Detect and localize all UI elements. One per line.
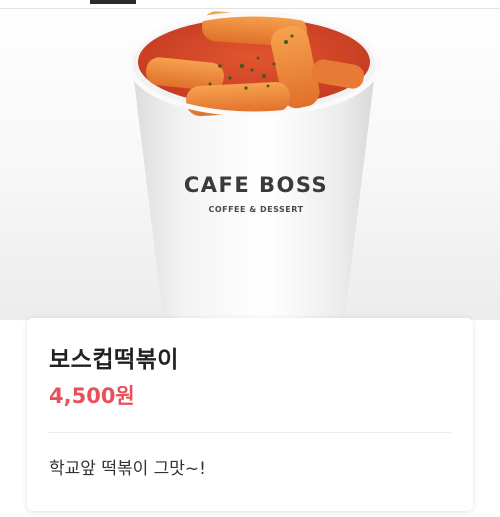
cup-brand-text: CAFE BOSS xyxy=(184,173,328,197)
image-indicator xyxy=(90,0,136,4)
cup-brand-subtext: COFFEE & DESSERT xyxy=(208,205,303,214)
product-description: 학교앞 떡볶이 그맛~! xyxy=(49,459,206,479)
product-name: 보스컵떡볶이 xyxy=(49,347,179,373)
product-image-area: CAFE BOSS COFFEE & DESSERT xyxy=(0,0,500,320)
product-price: 4,500원 xyxy=(49,384,135,408)
product-info-card: 보스컵떡볶이 4,500원 학교앞 떡볶이 그맛~! xyxy=(27,318,473,511)
divider xyxy=(49,432,451,433)
product-cup-image: CAFE BOSS COFFEE & DESSERT xyxy=(127,11,381,320)
